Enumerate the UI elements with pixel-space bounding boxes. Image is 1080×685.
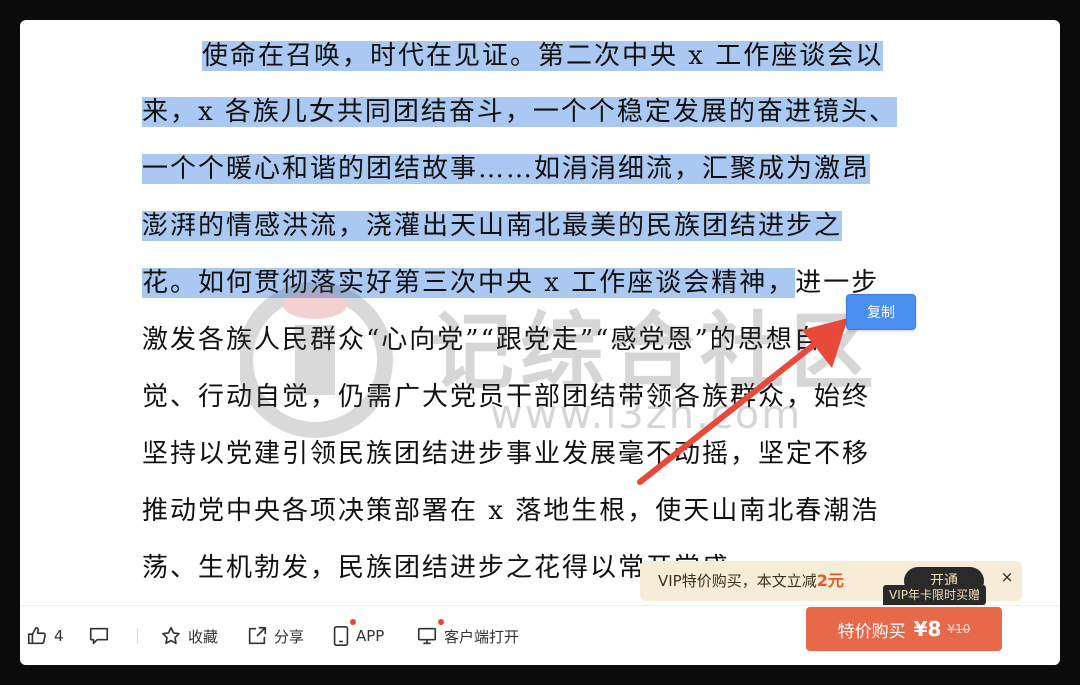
- text-line-1[interactable]: 使命在召唤，时代在见证。第二次中央 x 工作座谈会以: [202, 34, 884, 78]
- monitor-icon: [417, 627, 437, 645]
- client-label: 客户端打开: [444, 627, 520, 646]
- app-label: APP: [356, 627, 385, 645]
- star-icon: [162, 626, 180, 645]
- app-button[interactable]: APP: [332, 606, 384, 665]
- close-icon[interactable]: ×: [998, 565, 1016, 589]
- document-card: 使命在召唤，时代在见证。第二次中央 x 工作座谈会以 来，x 各族儿女共同团结奋…: [20, 20, 1060, 665]
- buy-label: 特价购买: [837, 621, 906, 642]
- buy-button[interactable]: 特价购买 ¥8 ¥10: [806, 607, 1002, 651]
- selected-text[interactable]: 使命在召唤，时代在见证。第二次中央 x 工作座谈会以: [202, 41, 884, 71]
- share-button[interactable]: 分享: [246, 606, 304, 665]
- annotation-arrow-icon: [637, 318, 848, 485]
- toolbar-divider: [137, 628, 138, 644]
- selected-text[interactable]: 一个个暖心和谐的团结故事……如涓涓细流，汇聚成为激昂: [142, 154, 871, 184]
- buy-price: ¥8: [913, 617, 942, 641]
- notification-dot: [438, 619, 444, 625]
- vip-discount-amount: 2元: [816, 571, 844, 590]
- text-line-4[interactable]: 澎湃的情感洪流，浇灌出天山南北最美的民族团结进步之: [142, 204, 843, 248]
- vip-promo-tag: VIP年卡限时买赠: [883, 585, 986, 605]
- comment-button[interactable]: [88, 606, 116, 665]
- like-button[interactable]: 4: [26, 606, 64, 665]
- text-line-2[interactable]: 来，x 各族儿女共同团结奋斗，一个个稳定发展的奋进镜头、: [142, 90, 897, 134]
- open-client-button[interactable]: 客户端打开: [416, 606, 519, 665]
- collect-button[interactable]: 收藏: [160, 606, 218, 665]
- collect-label: 收藏: [188, 627, 219, 646]
- thumbs-up-icon: [27, 626, 46, 645]
- like-count: 4: [54, 627, 64, 645]
- share-label: 分享: [274, 627, 305, 646]
- text-line-3[interactable]: 一个个暖心和谐的团结故事……如涓涓细流，汇聚成为激昂: [142, 147, 871, 191]
- vip-banner-text: VIP特价购买，本文立减2元: [658, 571, 844, 590]
- notification-dot: [350, 619, 356, 625]
- comment-icon: [89, 627, 109, 645]
- copy-button[interactable]: 复制: [846, 294, 916, 330]
- selected-text[interactable]: 澎湃的情感洪流，浇灌出天山南北最美的民族团结进步之: [142, 211, 843, 241]
- share-icon: [248, 626, 267, 645]
- phone-icon: [333, 626, 349, 646]
- selected-text[interactable]: 来，x 各族儿女共同团结奋斗，一个个稳定发展的奋进镜头、: [142, 97, 897, 127]
- original-price: ¥10: [947, 622, 971, 636]
